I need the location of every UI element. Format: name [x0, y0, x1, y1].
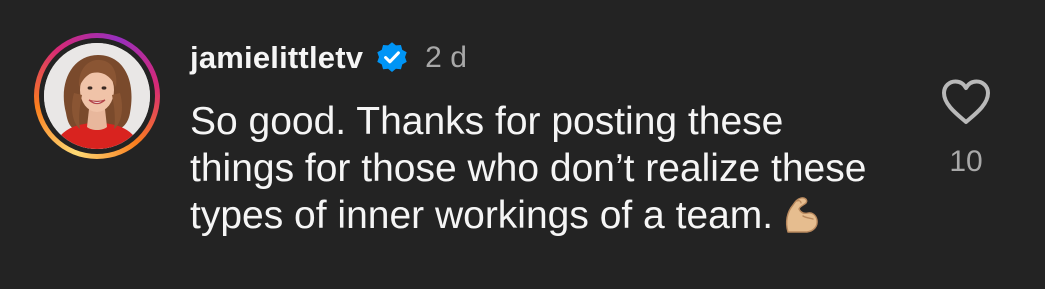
comment-header: jamielittletv 2 d: [190, 36, 467, 80]
username-link[interactable]: jamielittletv: [190, 40, 363, 76]
comment-text: So good. Thanks for posting these things…: [190, 100, 867, 237]
comment-item: jamielittletv 2 d So good. Thanks for po…: [0, 0, 1045, 289]
avatar-ring-gap: [39, 38, 155, 154]
heart-outline-icon: [942, 79, 990, 124]
avatar-photo-image: [44, 43, 150, 149]
verified-badge-icon: [375, 41, 409, 75]
avatar-photo: [44, 43, 150, 149]
flexed-biceps-icon: [779, 192, 823, 236]
avatar[interactable]: [34, 33, 160, 159]
comment-timestamp: 2 d: [425, 41, 467, 74]
like-count: 10: [949, 145, 983, 178]
comment-body: So good. Thanks for posting these things…: [190, 98, 870, 239]
like-button[interactable]: [940, 78, 992, 126]
